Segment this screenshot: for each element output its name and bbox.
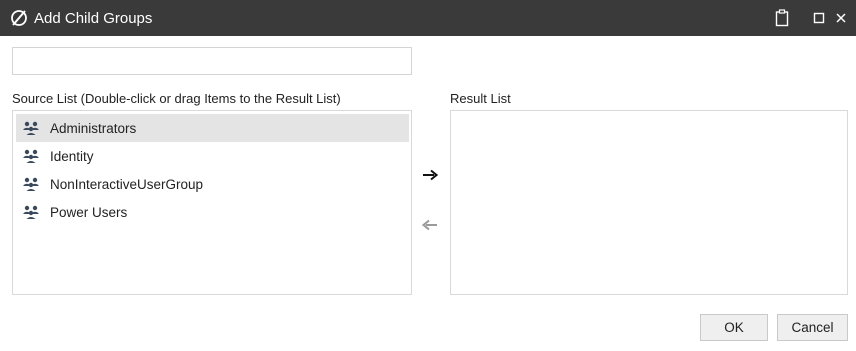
arrow-right-icon	[423, 169, 438, 181]
arrow-left-icon	[422, 219, 437, 231]
list-item-label: Administrators	[50, 120, 137, 136]
maximize-button[interactable]	[812, 8, 826, 28]
ok-button[interactable]: OK	[700, 314, 768, 341]
maximize-icon	[813, 12, 825, 24]
source-list-label: Source List (Double-click or drag Items …	[12, 91, 341, 106]
close-icon	[836, 13, 846, 23]
group-icon	[22, 204, 42, 220]
add-to-result-button[interactable]	[421, 168, 439, 182]
result-list[interactable]	[450, 110, 848, 295]
search-input[interactable]	[12, 47, 412, 75]
source-list-item-power-users[interactable]: Power Users	[16, 198, 409, 226]
result-list-label: Result List	[450, 91, 511, 106]
group-icon	[22, 120, 42, 136]
group-icon	[22, 176, 42, 192]
remove-from-result-button[interactable]	[421, 218, 439, 232]
list-item-label: Power Users	[50, 204, 128, 220]
title-bar: Add Child Groups	[0, 0, 856, 36]
clipboard-button[interactable]	[773, 8, 791, 28]
source-list-item-noninteractiveusergroup[interactable]: NonInteractiveUserGroup	[16, 170, 409, 198]
list-item-label: Identity	[50, 148, 94, 164]
group-icon	[22, 148, 42, 164]
source-list-item-administrators[interactable]: Administrators	[16, 114, 409, 142]
source-list-item-identity[interactable]: Identity	[16, 142, 409, 170]
dialog-title: Add Child Groups	[34, 10, 153, 27]
clipboard-icon	[775, 9, 789, 27]
source-list[interactable]: Administrators Identity NonInteractiveUs…	[12, 110, 412, 295]
list-item-label: NonInteractiveUserGroup	[50, 176, 204, 192]
close-button[interactable]	[834, 8, 848, 28]
app-logo-icon	[10, 9, 28, 27]
cancel-button[interactable]: Cancel	[777, 314, 848, 341]
